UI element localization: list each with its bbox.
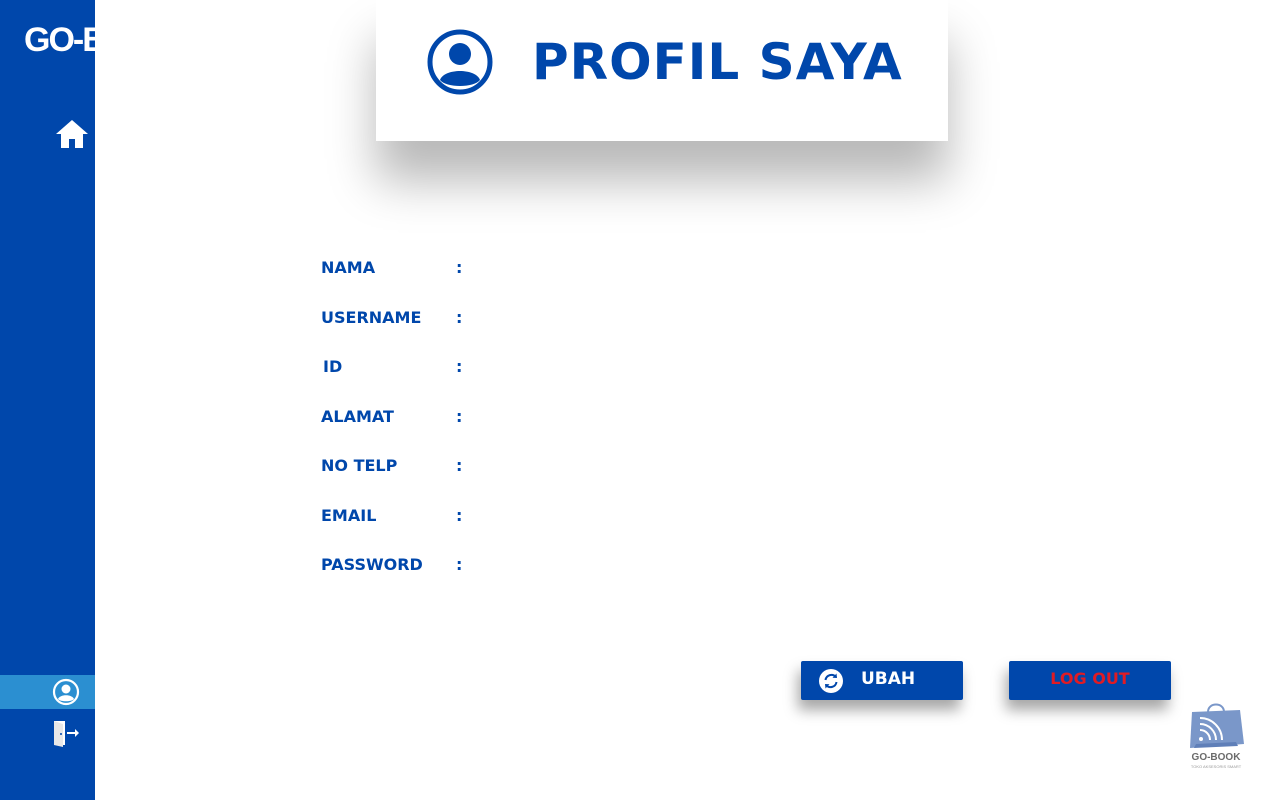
logout-button-label: LOG OUT bbox=[1050, 669, 1130, 688]
field-colon: : bbox=[456, 555, 463, 574]
shopping-bag-wifi-icon bbox=[1186, 700, 1246, 750]
field-row-username: USERNAME : bbox=[321, 306, 921, 330]
field-label: EMAIL bbox=[321, 506, 377, 525]
field-colon: : bbox=[456, 258, 463, 277]
field-row-id: ID : bbox=[321, 355, 921, 379]
field-row-password: PASSWORD : bbox=[321, 553, 921, 577]
field-label: NO TELP bbox=[321, 456, 398, 475]
field-colon: : bbox=[456, 456, 463, 475]
user-circle-icon[interactable] bbox=[52, 678, 80, 706]
app-logo: GO-BOOK bbox=[24, 21, 178, 59]
edit-button-label: UBAH bbox=[861, 669, 916, 689]
field-row-nama: NAMA : bbox=[321, 256, 921, 280]
field-label: NAMA bbox=[321, 258, 376, 277]
footer-logo: GO-BOOK TOKO AKSESORIS SMART bbox=[1182, 700, 1250, 772]
home-icon[interactable] bbox=[54, 118, 90, 152]
field-colon: : bbox=[456, 407, 463, 426]
profile-page: GO-BOOK PROFIL SAYA NAMA : USERNAME : ID… bbox=[0, 0, 1280, 800]
field-colon: : bbox=[456, 506, 463, 525]
field-row-email: EMAIL : bbox=[321, 504, 921, 528]
field-row-no-telp: NO TELP : bbox=[321, 454, 921, 478]
field-row-alamat: ALAMAT : bbox=[321, 405, 921, 429]
logout-button[interactable]: LOG OUT bbox=[1009, 661, 1171, 700]
field-label: USERNAME bbox=[321, 308, 422, 327]
field-label: ID bbox=[323, 357, 343, 376]
footer-logo-tagline: TOKO AKSESORIS SMART bbox=[1190, 764, 1242, 769]
user-circle-icon bbox=[426, 28, 494, 96]
footer-logo-name: GO-BOOK bbox=[1191, 752, 1241, 763]
page-header-card: PROFIL SAYA bbox=[376, 0, 948, 141]
edit-profile-button[interactable]: UBAH bbox=[801, 661, 963, 700]
sidebar bbox=[0, 0, 95, 800]
page-title: PROFIL SAYA bbox=[532, 33, 903, 91]
sidebar-item-profile[interactable] bbox=[0, 675, 95, 709]
logout-door-icon[interactable] bbox=[51, 718, 81, 748]
field-colon: : bbox=[456, 308, 463, 327]
field-colon: : bbox=[456, 357, 463, 376]
refresh-icon bbox=[818, 668, 844, 694]
field-label: PASSWORD bbox=[321, 555, 423, 574]
field-label: ALAMAT bbox=[321, 407, 394, 426]
